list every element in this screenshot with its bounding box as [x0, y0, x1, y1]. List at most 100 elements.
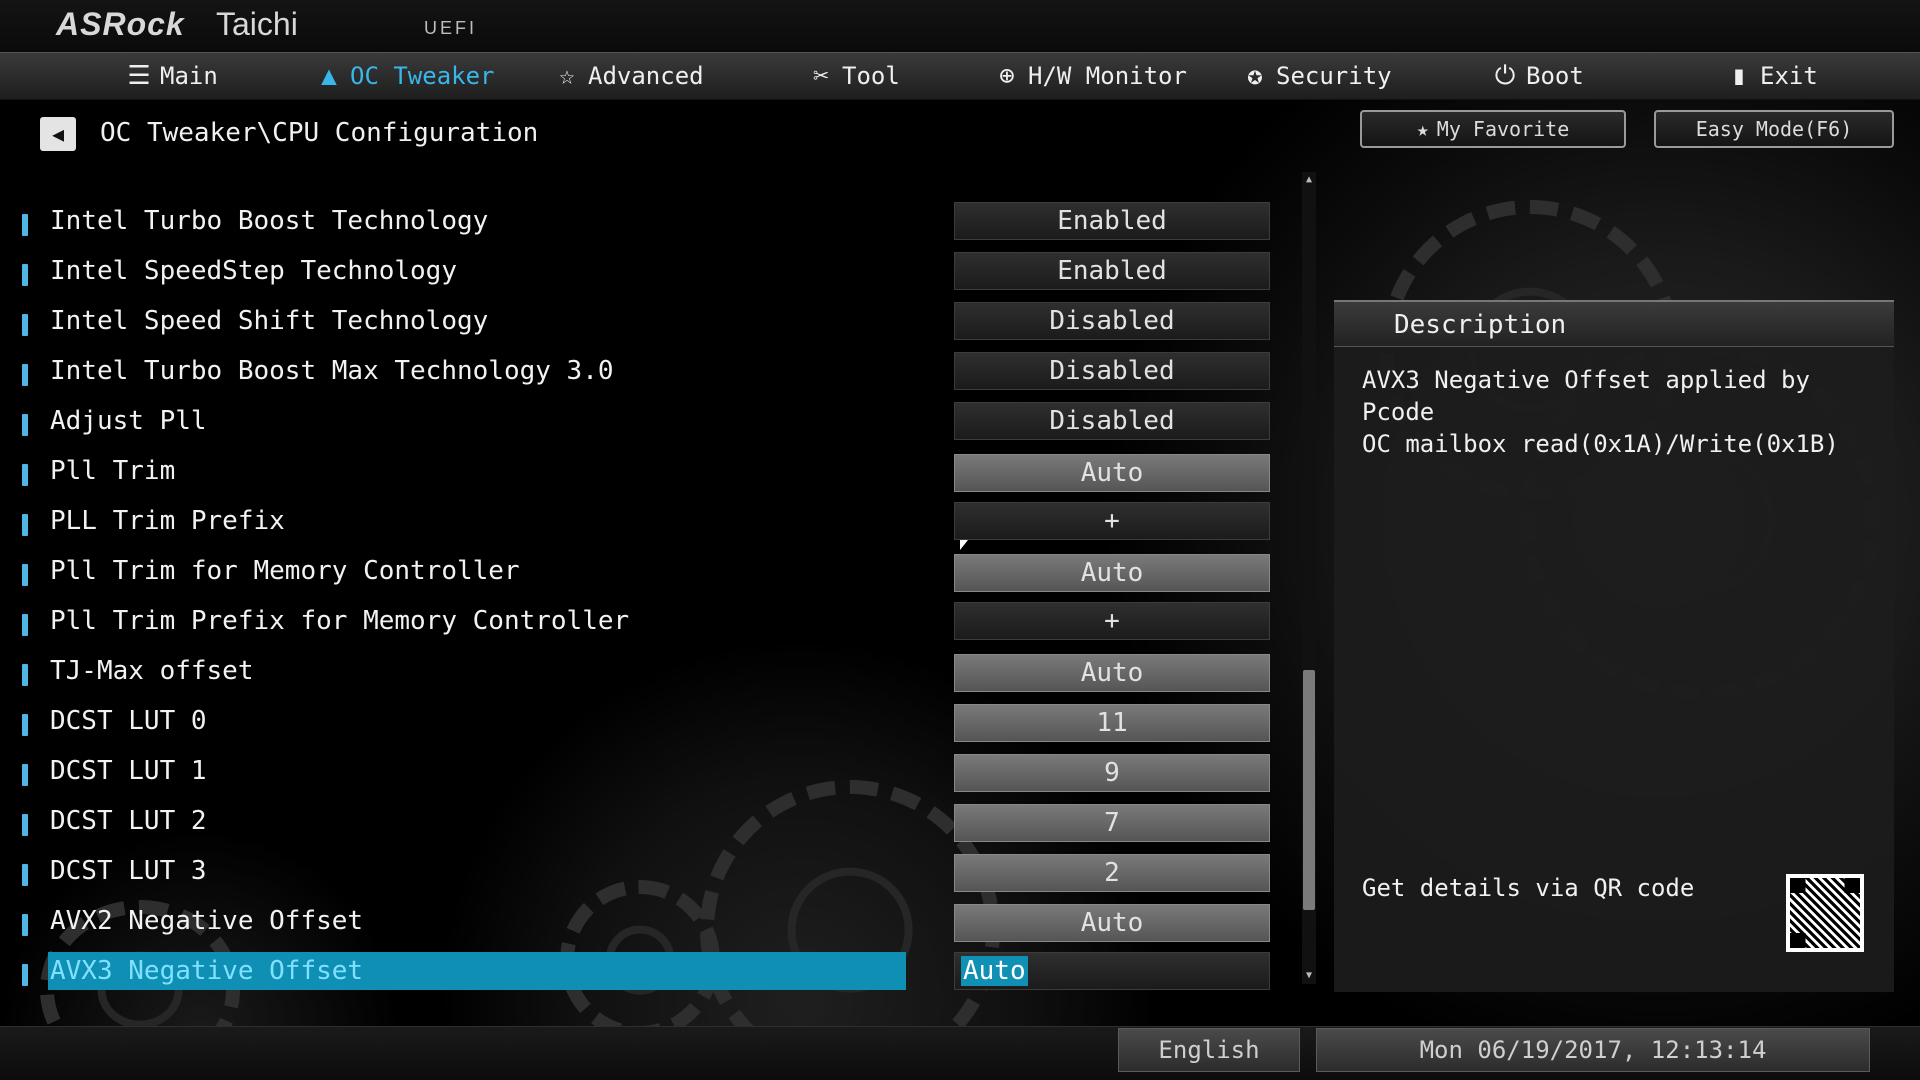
setting-label: DCST LUT 0	[50, 706, 207, 736]
easy-mode-label: Easy Mode(F6)	[1695, 117, 1853, 141]
setting-row-turbo-boost[interactable]: Intel Turbo Boost Technology Enabled	[0, 200, 1300, 250]
row-marker	[22, 564, 28, 586]
breadcrumb: OC Tweaker\CPU Configuration	[100, 118, 539, 148]
setting-value[interactable]: +	[954, 602, 1270, 640]
row-marker	[22, 864, 28, 886]
back-button[interactable]: ◀	[40, 117, 76, 151]
description-header: Description	[1334, 302, 1894, 347]
setting-value[interactable]: Auto	[954, 654, 1270, 692]
setting-value[interactable]: Enabled	[954, 202, 1270, 240]
tab-label: H/W Monitor	[1028, 62, 1187, 90]
tab-label: Main	[160, 62, 218, 90]
setting-row-turbo-boost-max[interactable]: Intel Turbo Boost Max Technology 3.0 Dis…	[0, 350, 1300, 400]
setting-value[interactable]: Auto	[954, 454, 1270, 492]
datetime-display: Mon 06/19/2017, 12:13:14	[1316, 1028, 1870, 1072]
setting-value[interactable]: 2	[954, 854, 1270, 892]
row-marker	[22, 764, 28, 786]
setting-row-pll-trim-prefix[interactable]: PLL Trim Prefix +	[0, 500, 1300, 550]
rocket-icon: ▲	[321, 61, 337, 91]
row-marker	[22, 264, 28, 286]
tab-hw-monitor[interactable]: ⊕ H/W Monitor	[992, 53, 1187, 99]
setting-label: Intel SpeedStep Technology	[50, 256, 457, 286]
row-marker	[22, 964, 28, 986]
tab-label: Advanced	[588, 62, 704, 90]
setting-row-speedstep[interactable]: Intel SpeedStep Technology Enabled	[0, 250, 1300, 300]
row-marker	[22, 364, 28, 386]
shield-icon: ✪	[1247, 61, 1263, 91]
exit-icon: ▮	[1731, 61, 1747, 91]
row-marker	[22, 814, 28, 836]
mouse-cursor-icon	[960, 540, 968, 550]
setting-label: Intel Turbo Boost Max Technology 3.0	[50, 356, 614, 386]
setting-value[interactable]: Enabled	[954, 252, 1270, 290]
scroll-down-icon[interactable]: ▼	[1302, 968, 1316, 984]
arrow-left-icon: ◀	[51, 122, 65, 146]
header-bar: ASRock Taichi UEFI	[0, 0, 1920, 52]
setting-row-dcst-lut-2[interactable]: DCST LUT 2 7	[0, 800, 1300, 850]
monitor-icon: ⊕	[999, 61, 1015, 91]
setting-row-pll-trim-prefix-mem[interactable]: Pll Trim Prefix for Memory Controller +	[0, 600, 1300, 650]
setting-value[interactable]: +	[954, 502, 1270, 540]
setting-value[interactable]: Disabled	[954, 352, 1270, 390]
setting-label: TJ-Max offset	[50, 656, 254, 686]
tab-label: Tool	[842, 62, 900, 90]
setting-label: Intel Speed Shift Technology	[50, 306, 489, 336]
tab-tool[interactable]: ✂ Tool	[806, 53, 900, 99]
setting-label: Pll Trim	[50, 456, 176, 486]
description-title: Description	[1394, 310, 1567, 340]
language-button[interactable]: English	[1118, 1028, 1300, 1072]
row-marker	[22, 614, 28, 636]
tab-exit[interactable]: ▮ Exit	[1724, 53, 1818, 99]
star-icon: ☆	[559, 61, 575, 91]
my-favorite-label: My Favorite	[1436, 117, 1570, 141]
my-favorite-button[interactable]: ★ My Favorite	[1360, 110, 1626, 148]
setting-row-dcst-lut-0[interactable]: DCST LUT 0 11	[0, 700, 1300, 750]
tab-main[interactable]: ☰ Main	[124, 53, 218, 99]
setting-value[interactable]: Auto	[954, 554, 1270, 592]
brand-logo: ASRock	[56, 6, 185, 42]
tab-oc-tweaker[interactable]: ▲ OC Tweaker	[314, 53, 495, 99]
row-marker	[22, 714, 28, 736]
description-text: AVX3 Negative Offset applied by Pcode OC…	[1362, 366, 1839, 458]
setting-label: PLL Trim Prefix	[50, 506, 285, 536]
setting-row-dcst-lut-1[interactable]: DCST LUT 1 9	[0, 750, 1300, 800]
setting-value[interactable]: Disabled	[954, 302, 1270, 340]
setting-value[interactable]: Disabled	[954, 402, 1270, 440]
setting-row-adjust-pll[interactable]: Adjust Pll Disabled	[0, 400, 1300, 450]
setting-label: AVX3 Negative Offset	[50, 956, 364, 986]
tools-icon: ✂	[813, 61, 829, 91]
tab-security[interactable]: ✪ Security	[1240, 53, 1391, 99]
tab-advanced[interactable]: ☆ Advanced	[552, 53, 704, 99]
setting-row-tjmax-offset[interactable]: TJ-Max offset Auto	[0, 650, 1300, 700]
main-nav: ☰ Main ▲ OC Tweaker ☆ Advanced ✂ Tool ⊕ …	[0, 52, 1920, 100]
setting-value[interactable]: 11	[954, 704, 1270, 742]
setting-value[interactable]: 7	[954, 804, 1270, 842]
setting-row-dcst-lut-3[interactable]: DCST LUT 3 2	[0, 850, 1300, 900]
setting-label: DCST LUT 2	[50, 806, 207, 836]
setting-row-avx2-offset[interactable]: AVX2 Negative Offset Auto	[0, 900, 1300, 950]
qr-caption: Get details via QR code	[1362, 874, 1695, 902]
scrollbar-thumb[interactable]	[1303, 670, 1315, 910]
setting-label: Pll Trim for Memory Controller	[50, 556, 520, 586]
setting-label: DCST LUT 3	[50, 856, 207, 886]
setting-row-speed-shift[interactable]: Intel Speed Shift Technology Disabled	[0, 300, 1300, 350]
star-icon: ★	[1416, 117, 1429, 141]
row-marker	[22, 314, 28, 336]
model-name: Taichi	[216, 6, 298, 42]
scroll-up-icon[interactable]: ▲	[1302, 172, 1316, 188]
setting-value[interactable]: Auto	[954, 952, 1270, 990]
qr-pattern	[1790, 878, 1860, 948]
easy-mode-button[interactable]: Easy Mode(F6)	[1654, 110, 1894, 148]
tab-label: OC Tweaker	[350, 62, 495, 90]
setting-value[interactable]: Auto	[954, 904, 1270, 942]
setting-row-avx3-offset[interactable]: AVX3 Negative Offset Auto	[0, 950, 1300, 1000]
qr-code-icon	[1786, 874, 1864, 952]
setting-row-pll-trim[interactable]: Pll Trim Auto	[0, 450, 1300, 500]
setting-label: Adjust Pll	[50, 406, 207, 436]
list-icon: ☰	[127, 61, 151, 91]
setting-row-pll-trim-mem[interactable]: Pll Trim for Memory Controller Auto	[0, 550, 1300, 600]
setting-value[interactable]: 9	[954, 754, 1270, 792]
firmware-label: UEFI	[424, 18, 478, 38]
tab-boot[interactable]: ⏻ Boot	[1490, 53, 1584, 99]
setting-label: DCST LUT 1	[50, 756, 207, 786]
